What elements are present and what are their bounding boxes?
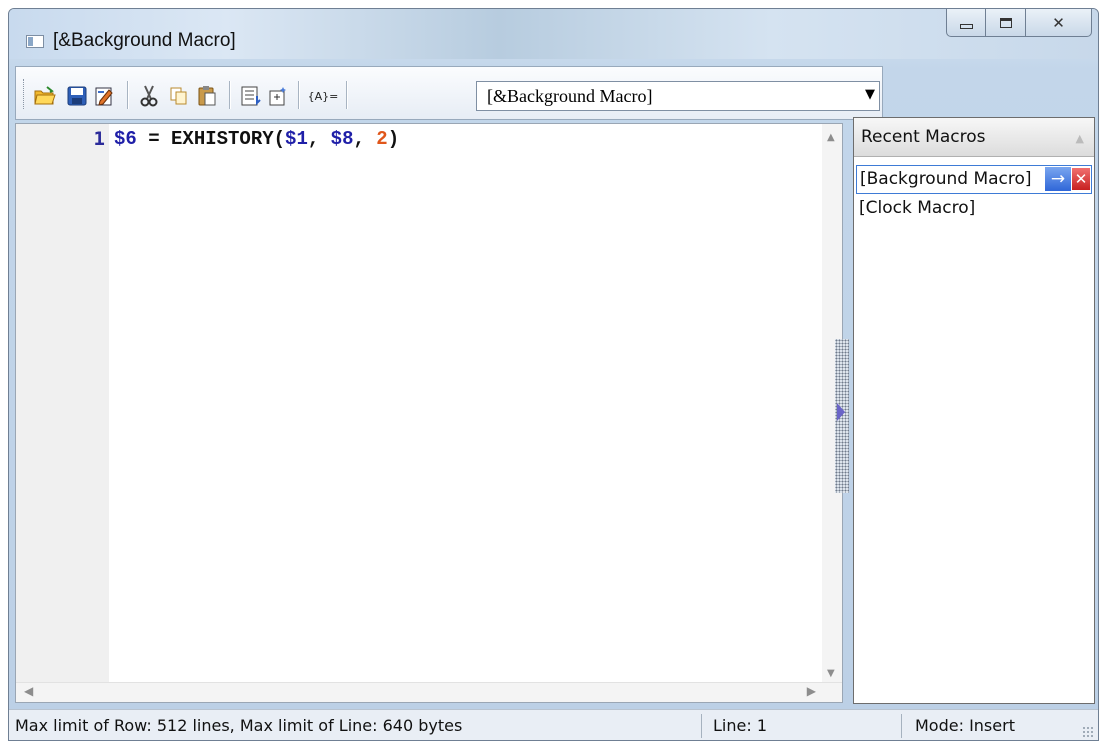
resize-grip-icon[interactable]	[1082, 726, 1094, 738]
toolbar-separator	[298, 81, 300, 109]
line-number: 1	[93, 128, 105, 150]
recent-macros-list: [Background Macro] → ✕ [Clock Macro]	[856, 165, 1092, 223]
toolbar-separator	[229, 81, 231, 109]
recent-macros-panel: Recent Macros ▲ [Background Macro] → ✕ […	[853, 117, 1095, 704]
cut-icon[interactable]	[138, 85, 160, 107]
maximize-icon	[999, 17, 1012, 28]
recent-macro-item[interactable]: [Background Macro] → ✕	[856, 165, 1092, 194]
recent-macro-item[interactable]: [Clock Macro]	[856, 194, 1092, 223]
insert-variable-icon[interactable]: {A}=	[306, 85, 340, 107]
status-divider	[901, 714, 902, 738]
code-token-variable: $1	[285, 128, 308, 150]
dropdown-arrow-icon[interactable]: ▼	[865, 87, 875, 102]
code-editor[interactable]: 1 $6 = EXHISTORY($1, $8, 2) ▲ ▼ ◀ ▶	[15, 123, 843, 703]
delete-icon[interactable]: ✕	[1071, 167, 1091, 191]
code-line[interactable]: $6 = EXHISTORY($1, $8, 2)	[114, 128, 399, 150]
toolbar-grip[interactable]	[23, 79, 27, 109]
code-token-variable: $6	[114, 128, 137, 150]
status-mode: Mode: Insert	[915, 716, 1015, 735]
toolbar-separator	[127, 81, 129, 109]
status-line: Line: 1	[713, 716, 767, 735]
recent-macros-header[interactable]: Recent Macros ▲	[854, 118, 1094, 157]
toolbar: {A}= [&Background Macro] ▼	[15, 66, 883, 120]
status-limits: Max limit of Row: 512 lines, Max limit o…	[15, 716, 463, 735]
save-icon[interactable]	[66, 85, 88, 107]
scroll-right-icon[interactable]: ▶	[807, 684, 816, 698]
line-number-gutter: 1	[16, 124, 109, 685]
window-title: [&Background Macro]	[53, 30, 236, 51]
title-bar[interactable]: [&Background Macro] ✕	[9, 9, 1098, 59]
code-token-variable: $8	[330, 128, 354, 150]
macro-editor-window: [&Background Macro] ✕ {A}= [&Background …	[8, 8, 1099, 741]
copy-icon[interactable]	[168, 85, 190, 107]
horizontal-scrollbar[interactable]: ◀ ▶	[16, 682, 842, 702]
code-token-number: 2	[376, 128, 388, 150]
insert-image-icon[interactable]	[268, 85, 290, 107]
maximize-button[interactable]	[986, 9, 1026, 37]
macro-select-value: [&Background Macro]	[487, 86, 653, 106]
scroll-left-icon[interactable]: ◀	[24, 684, 33, 698]
status-bar: Max limit of Row: 512 lines, Max limit o…	[9, 709, 1098, 740]
close-icon: ✕	[1052, 13, 1065, 32]
code-token-function: = EXHISTORY(	[136, 128, 286, 150]
paste-icon[interactable]	[196, 85, 218, 107]
open-folder-icon[interactable]	[34, 85, 56, 107]
window-controls: ✕	[946, 9, 1092, 37]
code-token-separator: ,	[353, 128, 377, 150]
minimize-icon	[959, 24, 973, 29]
panel-splitter[interactable]	[835, 339, 849, 493]
recent-macro-label: [Background Macro]	[860, 169, 1032, 189]
code-token-separator: ,	[307, 128, 331, 150]
insert-list-icon[interactable]	[240, 85, 262, 107]
sort-up-icon: ▲	[1075, 132, 1084, 145]
expand-arrow-icon[interactable]	[837, 403, 845, 421]
recent-macros-title: Recent Macros	[861, 127, 986, 147]
edit-icon[interactable]	[94, 85, 116, 107]
status-divider	[701, 714, 702, 738]
macro-select[interactable]: [&Background Macro] ▼	[476, 81, 880, 111]
code-token-paren: )	[387, 128, 400, 150]
scroll-up-icon[interactable]: ▲	[827, 132, 835, 143]
scroll-down-icon[interactable]: ▼	[827, 668, 835, 679]
app-icon	[26, 35, 44, 48]
recent-macro-label: [Clock Macro]	[859, 198, 976, 218]
toolbar-separator	[346, 81, 348, 109]
open-arrow-icon[interactable]: →	[1045, 167, 1071, 191]
minimize-button[interactable]	[946, 9, 986, 37]
item-actions: → ✕	[1045, 167, 1091, 191]
close-button[interactable]: ✕	[1026, 9, 1092, 37]
